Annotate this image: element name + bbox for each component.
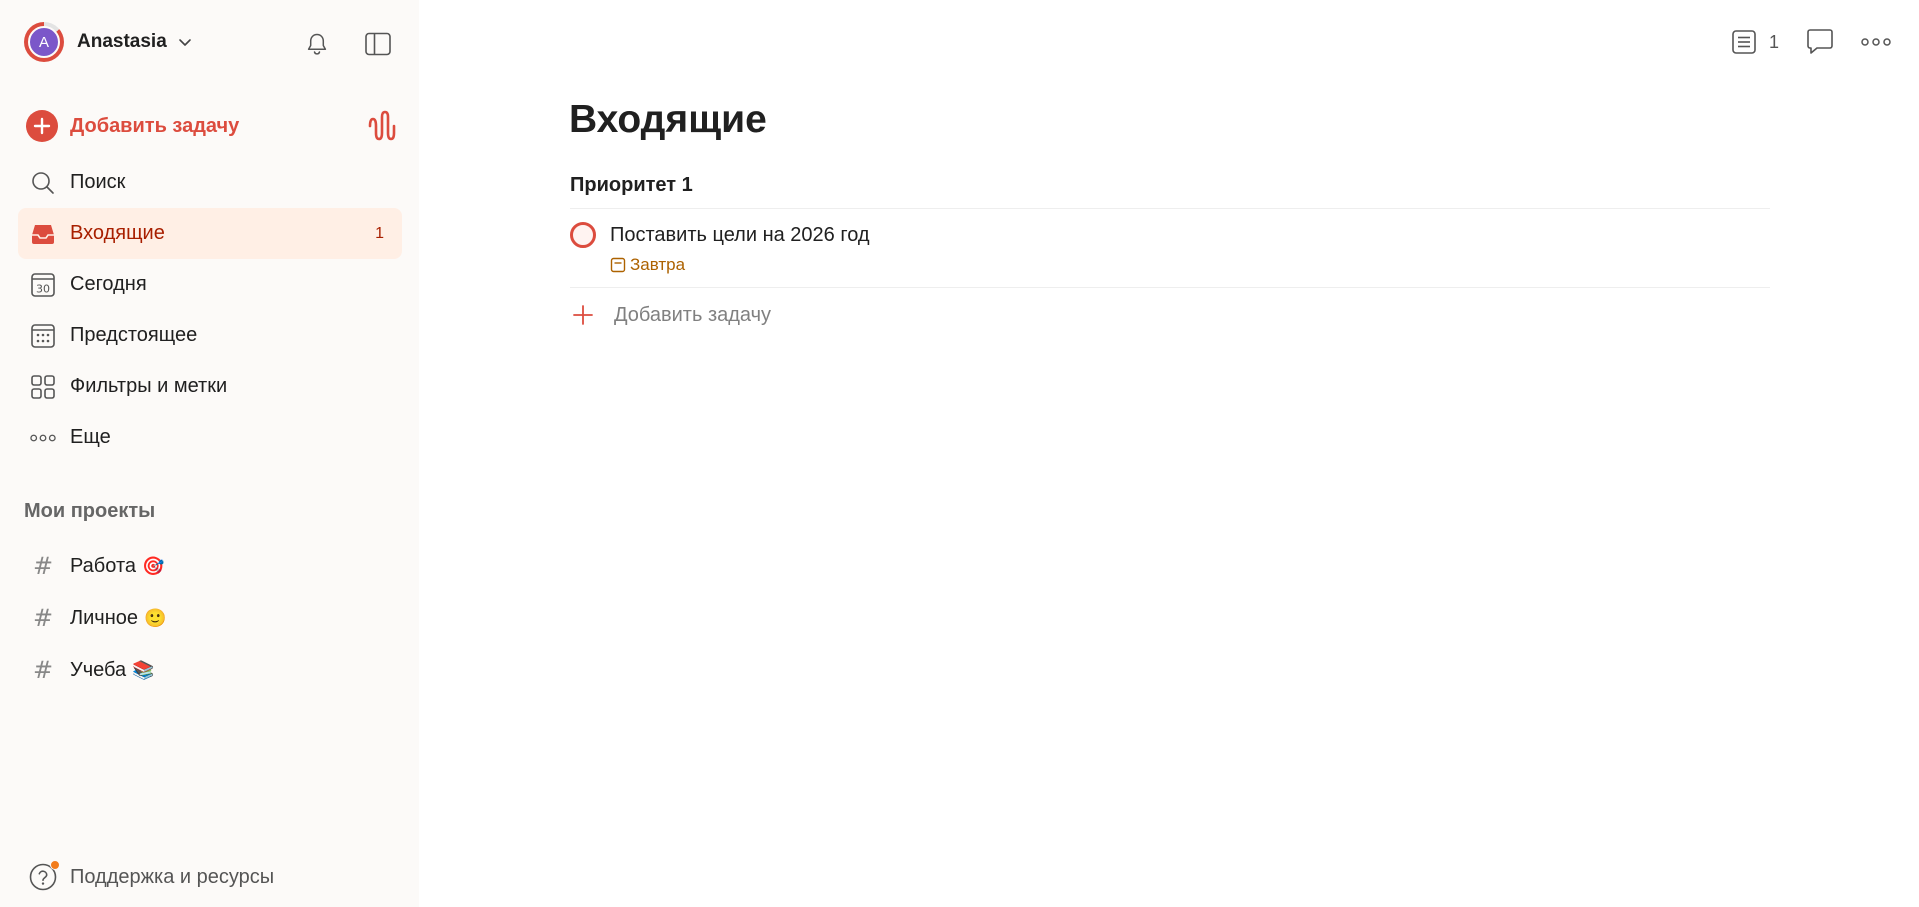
sidebar-item-label: Поиск <box>70 171 126 193</box>
task-count: 1 <box>1768 31 1779 52</box>
avatar[interactable]: A <box>24 22 64 62</box>
hash-icon: # <box>32 604 54 632</box>
inbox-count-badge: 1 <box>375 224 384 242</box>
project-item-study[interactable]: # Учеба 📚 <box>18 644 402 696</box>
sidebar-item-filters-labels[interactable]: Фильтры и метки <box>18 361 402 412</box>
project-item-personal[interactable]: # Личное 🙂 <box>18 592 402 644</box>
sidebar-item-label: Сегодня <box>70 273 147 295</box>
bell-icon <box>307 33 327 55</box>
inbox-icon <box>30 221 56 247</box>
calendar-today-icon: 30 <box>30 272 56 298</box>
search-icon <box>30 170 56 196</box>
plus-icon <box>570 302 596 328</box>
sidebar-nav: Поиск Входящие 1 30 Сегодня Предстоящее … <box>18 157 402 463</box>
user-name: Anastasia <box>77 31 167 52</box>
sidebar-toggle-icon <box>365 32 391 56</box>
avatar-initial: A <box>28 26 60 58</box>
projects-list: # Работа 🎯 # Личное 🙂 # Учеба 📚 <box>18 540 402 696</box>
task-due-date[interactable]: Завтра <box>610 255 870 275</box>
due-label: Завтра <box>630 255 686 274</box>
calendar-day-number: 30 <box>36 282 50 295</box>
add-task-label: Добавить задачу <box>70 114 240 137</box>
comment-icon <box>1807 29 1833 54</box>
task-checkbox[interactable] <box>570 222 596 248</box>
task-body: Поставить цели на 2026 год Завтра <box>610 221 870 275</box>
project-label: Личное <box>70 606 139 629</box>
user-menu[interactable]: A Anastasia <box>24 22 193 62</box>
calendar-grid-icon <box>30 323 56 349</box>
hash-icon: # <box>32 656 54 684</box>
more-horizontal-icon <box>1861 38 1891 46</box>
sidebar-toggle-button[interactable] <box>363 29 393 59</box>
list-icon <box>1732 30 1756 54</box>
sidebar-item-upcoming[interactable]: Предстоящее <box>18 310 402 361</box>
project-label: Работа <box>70 554 136 577</box>
books-emoji: 📚 <box>132 659 155 680</box>
notification-dot <box>50 860 60 870</box>
projects-section-title[interactable]: Мои проекты <box>24 500 155 523</box>
sidebar-item-more[interactable]: Еще <box>18 412 402 463</box>
more-options-button[interactable] <box>1861 37 1891 47</box>
priority-section: Приоритет 1 Поставить цели на 2026 год З… <box>570 174 1770 328</box>
support-resources-button[interactable]: Поддержка и ресурсы <box>28 860 275 892</box>
task-title[interactable]: Поставить цели на 2026 год <box>610 221 870 249</box>
view-toolbar: 1 <box>1705 28 1891 56</box>
smile-emoji: 🙂 <box>144 607 167 628</box>
sidebar-item-label: Еще <box>70 426 111 448</box>
calendar-small-icon <box>610 257 626 273</box>
project-item-work[interactable]: # Работа 🎯 <box>18 540 402 592</box>
task-count-button[interactable]: 1 <box>1731 29 1779 55</box>
main-content: 1 Входящие Приоритет 1 Поставить цели на… <box>419 0 1919 907</box>
app-window: A Anastasia Добавить задачу Поиск Входящ… <box>0 0 1919 907</box>
filters-grid-icon <box>30 374 56 400</box>
sidebar-item-label: Предстоящее <box>70 324 198 346</box>
hash-icon: # <box>32 552 54 580</box>
section-title: Приоритет 1 <box>570 174 1770 209</box>
plus-circle-icon <box>26 110 58 142</box>
support-label: Поддержка и ресурсы <box>70 865 275 888</box>
sidebar-item-label: Входящие <box>70 222 165 244</box>
comments-button[interactable] <box>1805 28 1835 56</box>
notifications-button[interactable] <box>302 29 332 59</box>
sidebar-item-today[interactable]: 30 Сегодня <box>18 259 402 310</box>
waveform-icon <box>368 110 396 141</box>
add-task-inline-button[interactable]: Добавить задачу <box>570 288 1770 328</box>
sidebar-item-search[interactable]: Поиск <box>18 157 402 208</box>
sidebar: A Anastasia Добавить задачу Поиск Входящ… <box>0 0 419 907</box>
sidebar-item-inbox[interactable]: Входящие 1 <box>18 208 402 259</box>
ramble-button[interactable] <box>366 108 398 144</box>
add-task-inline-label: Добавить задачу <box>614 303 772 326</box>
help-icon <box>28 860 60 892</box>
page-title: Входящие <box>569 98 767 141</box>
target-emoji: 🎯 <box>142 555 165 576</box>
chevron-down-icon <box>178 39 191 46</box>
task-item[interactable]: Поставить цели на 2026 год Завтра <box>570 209 1770 288</box>
add-task-button[interactable]: Добавить задачу <box>26 108 398 144</box>
project-label: Учеба <box>70 658 127 681</box>
more-horizontal-icon <box>30 425 56 451</box>
sidebar-item-label: Фильтры и метки <box>70 375 228 397</box>
